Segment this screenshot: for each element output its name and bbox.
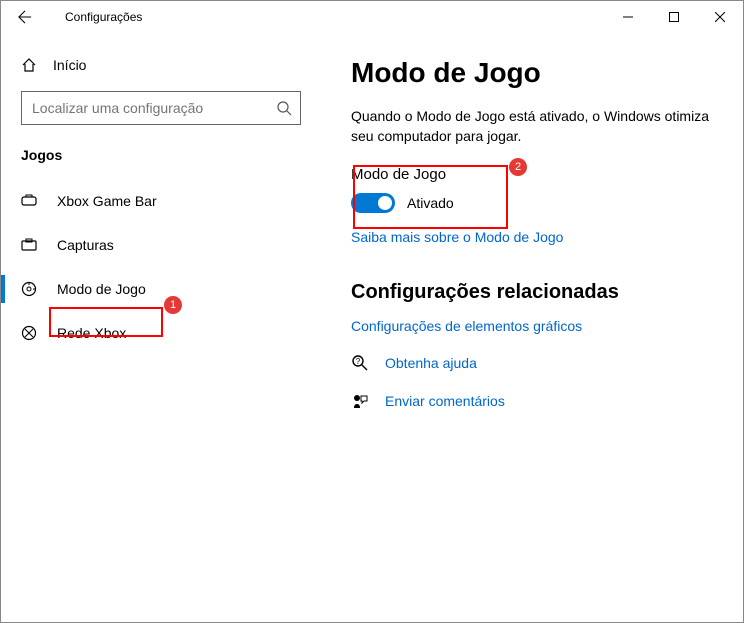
home-icon	[21, 57, 37, 73]
settings-window: Configurações Início	[0, 0, 744, 623]
close-button[interactable]	[697, 1, 743, 33]
section-header-games: Jogos	[9, 137, 313, 179]
home-label: Início	[53, 57, 86, 73]
learn-more-link[interactable]: Saiba mais sobre o Modo de Jogo	[351, 229, 563, 245]
sidebar: Início Jogos Xbox Game Bar	[1, 33, 321, 622]
maximize-button[interactable]	[651, 1, 697, 33]
page-title: Modo de Jogo	[351, 57, 713, 89]
arrow-left-icon	[18, 10, 32, 24]
sidebar-item-xbox-network[interactable]: Rede Xbox	[9, 311, 313, 355]
captures-icon	[21, 237, 37, 253]
game-mode-icon	[21, 281, 37, 297]
feedback-row: Enviar comentários	[351, 392, 713, 410]
minimize-icon	[623, 12, 633, 22]
toggle-knob	[378, 196, 392, 210]
window-title: Configurações	[65, 10, 142, 24]
get-help-row: ? Obtenha ajuda	[351, 354, 713, 372]
maximize-icon	[669, 12, 679, 22]
content-area: Início Jogos Xbox Game Bar	[1, 33, 743, 622]
sidebar-item-label: Modo de Jogo	[57, 281, 146, 297]
nav-list: Xbox Game Bar Capturas Modo de Jogo	[9, 179, 313, 355]
search-input[interactable]	[30, 99, 276, 117]
sidebar-item-game-mode[interactable]: Modo de Jogo	[9, 267, 313, 311]
back-button[interactable]	[13, 10, 37, 24]
svg-text:?: ?	[356, 357, 361, 366]
sidebar-item-xbox-game-bar[interactable]: Xbox Game Bar	[9, 179, 313, 223]
page-description: Quando o Modo de Jogo está ativado, o Wi…	[351, 107, 711, 146]
xbox-network-icon	[21, 325, 37, 341]
home-nav[interactable]: Início	[9, 49, 313, 81]
search-icon	[276, 100, 292, 116]
sidebar-item-captures[interactable]: Capturas	[9, 223, 313, 267]
toggle-label: Modo de Jogo	[351, 166, 713, 183]
game-bar-icon	[21, 193, 37, 209]
sidebar-item-label: Capturas	[57, 237, 114, 253]
get-help-link[interactable]: Obtenha ajuda	[385, 355, 477, 371]
feedback-link[interactable]: Enviar comentários	[385, 393, 505, 409]
sidebar-item-label: Rede Xbox	[57, 325, 126, 341]
feedback-icon	[351, 392, 369, 410]
graphics-settings-link[interactable]: Configurações de elementos gráficos	[351, 318, 582, 334]
sidebar-item-label: Xbox Game Bar	[57, 193, 157, 209]
related-settings-heading: Configurações relacionadas	[351, 281, 713, 304]
titlebar: Configurações	[1, 1, 743, 33]
help-icon: ?	[351, 354, 369, 372]
search-box[interactable]	[21, 91, 301, 125]
close-icon	[715, 12, 725, 22]
main-panel: Modo de Jogo Quando o Modo de Jogo está …	[321, 33, 743, 622]
game-mode-toggle-section: Modo de Jogo Ativado	[351, 166, 713, 213]
toggle-state: Ativado	[407, 195, 454, 211]
window-controls	[605, 1, 743, 33]
game-mode-toggle[interactable]	[351, 193, 395, 213]
minimize-button[interactable]	[605, 1, 651, 33]
